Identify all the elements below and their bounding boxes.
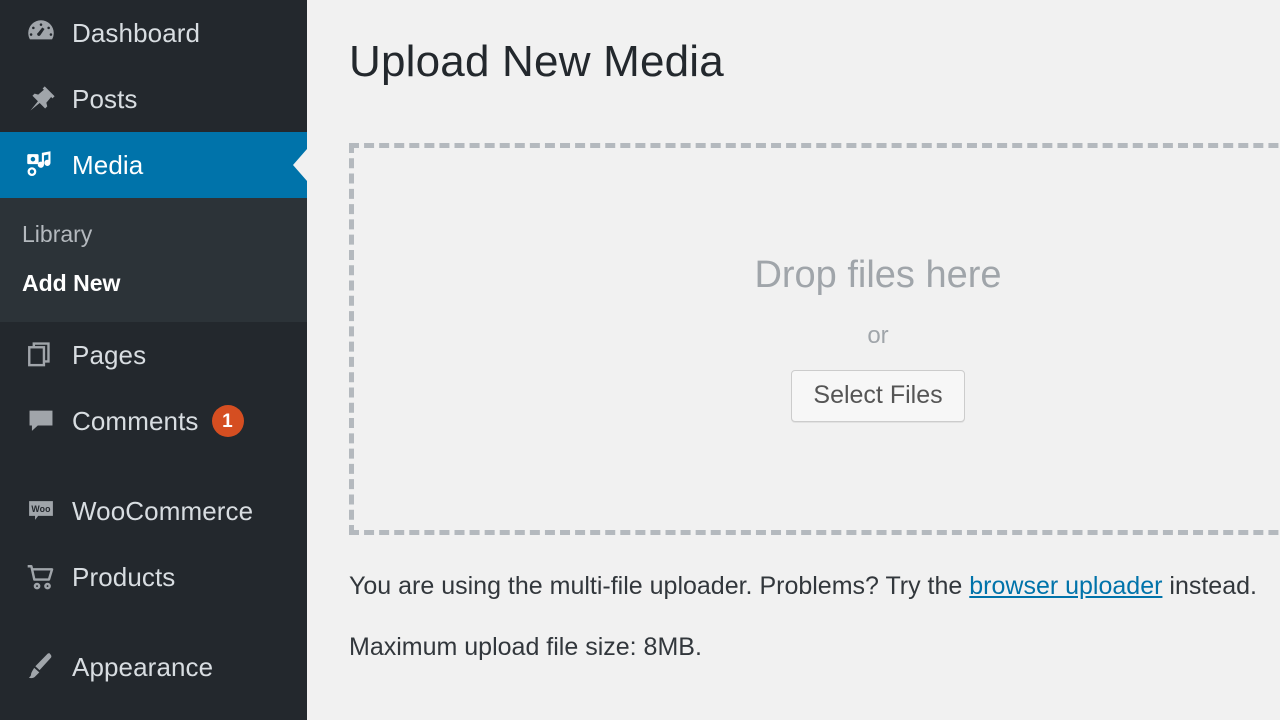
sidebar-separator — [0, 454, 307, 478]
pin-icon — [18, 76, 64, 122]
sidebar-item-products[interactable]: Products — [0, 544, 307, 610]
uploader-note-suffix: instead. — [1162, 572, 1257, 600]
media-camera-music-icon — [18, 142, 64, 188]
wordpress-admin-screen: Dashboard Posts Media Library Add New Pa… — [0, 0, 1280, 720]
woo-bubble-icon: Woo — [18, 488, 64, 534]
paintbrush-icon — [18, 644, 64, 690]
comment-bubble-icon — [18, 398, 64, 444]
sidebar-separator-2 — [0, 610, 307, 634]
page-title: Upload New Media — [349, 37, 724, 86]
sidebar-item-dashboard[interactable]: Dashboard — [0, 0, 307, 66]
sidebar-item-label: Comments — [72, 406, 199, 437]
media-submenu: Library Add New — [0, 198, 307, 323]
browser-uploader-link[interactable]: browser uploader — [969, 572, 1162, 600]
sidebar-item-pages[interactable]: Pages — [0, 322, 307, 388]
sidebar-subitem-library[interactable]: Library — [0, 210, 307, 259]
pages-icon — [18, 332, 64, 378]
uploader-note-prefix: You are using the multi-file uploader. P… — [349, 572, 970, 600]
main-content-area: Upload New Media Drop files here or Sele… — [307, 0, 1280, 720]
drop-files-here-text: Drop files here — [754, 253, 1002, 296]
sidebar-item-label: Appearance — [72, 652, 214, 683]
multi-file-uploader-note: You are using the multi-file uploader. P… — [349, 571, 1257, 601]
sidebar-item-label: Dashboard — [72, 18, 201, 48]
sidebar-item-label: Pages — [72, 340, 147, 371]
select-files-button[interactable]: Select Files — [791, 369, 965, 423]
sidebar-subitem-add-new[interactable]: Add New — [0, 259, 307, 308]
sidebar-item-media[interactable]: Media — [0, 132, 307, 198]
sidebar-item-posts[interactable]: Posts — [0, 66, 307, 132]
sidebar-item-label: Media — [72, 150, 144, 180]
file-dropzone[interactable]: Drop files here or Select Files — [349, 143, 1280, 535]
sidebar-item-comments[interactable]: Comments 1 — [0, 388, 307, 454]
comments-count-badge: 1 — [211, 405, 244, 438]
max-upload-size-note: Maximum upload file size: 8MB. — [349, 633, 702, 661]
sidebar-item-label: WooCommerce — [72, 496, 254, 527]
sidebar-item-woocommerce[interactable]: Woo WooCommerce — [0, 478, 307, 544]
sidebar-item-label: Products — [72, 562, 176, 593]
dashboard-gauge-icon — [18, 10, 64, 56]
shopping-cart-icon — [18, 554, 64, 600]
dropzone-inner: Drop files here or Select Files — [354, 148, 1280, 530]
sidebar-item-label: Posts — [72, 84, 138, 114]
admin-sidebar-menu: Dashboard Posts Media Library Add New Pa… — [0, 0, 307, 720]
svg-text:Woo: Woo — [31, 504, 51, 514]
or-separator-text: or — [867, 321, 889, 349]
sidebar-item-appearance[interactable]: Appearance — [0, 634, 307, 700]
